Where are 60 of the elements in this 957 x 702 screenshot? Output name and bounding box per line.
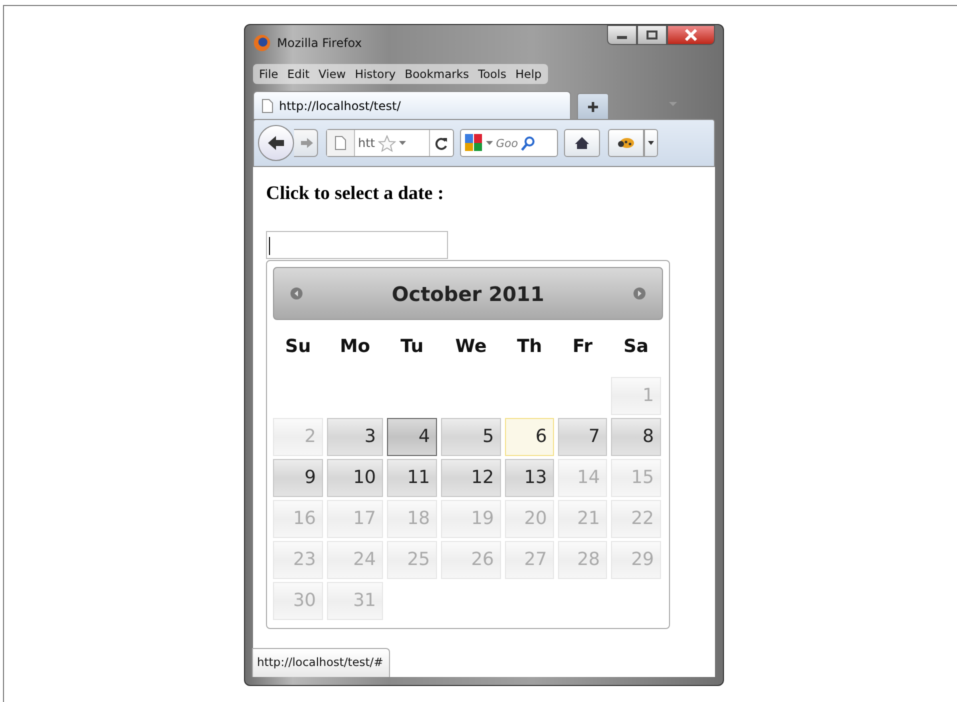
menu-item[interactable]: File (259, 67, 278, 81)
day-cell[interactable]: 6 (505, 418, 554, 456)
weekday-label: Sa (622, 335, 650, 359)
date-input-field[interactable] (266, 231, 448, 259)
back-arrow-icon (266, 134, 286, 152)
day-cell[interactable]: 10 (327, 459, 383, 497)
bug-icon (616, 136, 636, 150)
dropdown-icon[interactable] (486, 141, 493, 145)
day-cell[interactable]: 12 (441, 459, 501, 497)
caret-icon (648, 141, 654, 145)
menu-item[interactable]: History (354, 67, 396, 81)
day-cell[interactable]: 11 (387, 459, 437, 497)
plus-icon (587, 100, 599, 112)
window-title: Mozilla Firefox (277, 36, 362, 50)
maximize-icon (646, 30, 658, 40)
weekday-label: Mo (338, 335, 372, 359)
close-button[interactable] (667, 25, 715, 45)
back-button[interactable] (258, 125, 294, 161)
day-cell[interactable]: 8 (611, 418, 661, 456)
page-icon (262, 98, 273, 112)
weekday-label: Fr (571, 335, 594, 359)
minimize-button[interactable] (607, 25, 637, 45)
weekday-label: We (454, 335, 488, 359)
close-icon (684, 29, 698, 41)
maximize-button[interactable] (637, 25, 667, 45)
day-cell[interactable]: 5 (441, 418, 501, 456)
search-engine-logo-icon (465, 134, 483, 152)
bug-button[interactable] (608, 129, 644, 157)
day-cell[interactable]: 7 (558, 418, 607, 456)
home-icon (574, 136, 590, 150)
search-field[interactable]: Goo (460, 129, 558, 157)
menu-item[interactable]: Bookmarks (404, 67, 469, 81)
day-cell[interactable]: 13 (505, 459, 554, 497)
dropdown-icon[interactable] (399, 141, 406, 145)
day-cell[interactable]: 3 (327, 418, 383, 456)
address-bar[interactable]: htt (326, 129, 454, 157)
next-month-icon[interactable] (633, 287, 646, 300)
menu-item[interactable]: Help (515, 67, 542, 81)
search-icon[interactable] (520, 136, 535, 150)
weekday-label: Tu (399, 335, 425, 359)
globe-logo-icon (253, 34, 271, 52)
menu-item[interactable]: View (318, 67, 346, 81)
forward-arrow-icon (300, 137, 314, 149)
weekday-label: Th (516, 335, 544, 359)
star-icon[interactable] (378, 134, 396, 152)
month-title: October 2011 (392, 282, 544, 306)
day-cell[interactable]: 9 (273, 459, 323, 497)
dropdown-button[interactable] (644, 129, 658, 157)
page-icon (335, 136, 346, 150)
reload-icon[interactable] (435, 136, 448, 150)
previous-month-icon[interactable] (290, 287, 303, 300)
weekday-label: Su (284, 335, 312, 359)
new-tab-button[interactable] (577, 93, 609, 119)
menu-item[interactable]: Tools (478, 67, 506, 81)
browser-tab[interactable]: http://localhost/test/ (253, 91, 571, 119)
page-heading: Click to select a date : (266, 183, 445, 205)
day-cell[interactable]: 4 (387, 418, 437, 456)
menu-item[interactable]: Edit (287, 67, 310, 81)
home-button[interactable] (564, 129, 600, 157)
status-bar: http://localhost/test/# (252, 648, 390, 677)
